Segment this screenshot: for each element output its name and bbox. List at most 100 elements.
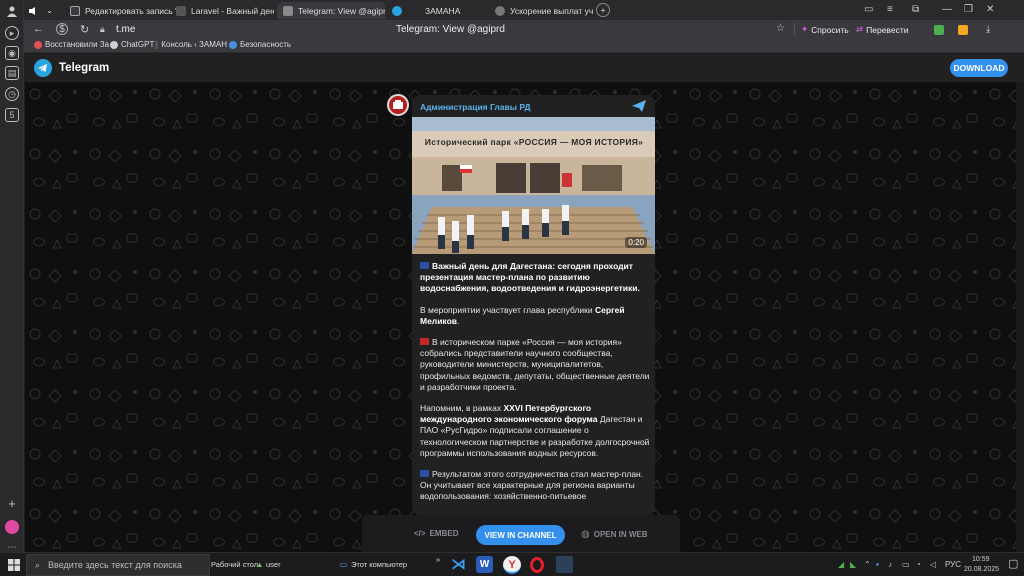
new-tab-button[interactable]: + (596, 3, 610, 17)
post-paragraph: Напомним, в рамках XXVI Петербургского м… (420, 403, 650, 459)
tab-title: Telegram: View @agiprd (298, 5, 385, 16)
tab-telegram[interactable]: Telegram: View @agiprd ✕ (277, 2, 385, 19)
word-icon[interactable]: W (476, 556, 493, 573)
globe-icon: ◍ (581, 529, 590, 540)
app-icon[interactable] (556, 556, 573, 573)
bookmark-icon[interactable]: ▭ (864, 4, 873, 15)
alice-icon[interactable] (5, 520, 19, 534)
embed-label: EMBED (429, 529, 459, 538)
tab-audio-icon[interactable] (24, 2, 44, 19)
post-text: Важный день для Дагестана: сегодня прохо… (420, 261, 650, 513)
open-in-web-label: OPEN IN WEB (593, 530, 648, 539)
tab-list-button[interactable]: ⌄ (44, 2, 58, 19)
profile-icon[interactable] (5, 4, 19, 18)
post-text-span: В мероприятии участвует глава республики (420, 304, 596, 315)
post-text-span: . (457, 315, 460, 326)
tab-bar: ⌄ Редактировать запись "В Laravel - Важн… (24, 0, 1024, 20)
tab-payments[interactable]: Ускорение выплат участ (489, 2, 593, 19)
open-in-web-button[interactable]: ◍ OPEN IN WEB (581, 529, 648, 540)
channel-name[interactable]: Администрация Главы РД (420, 102, 531, 112)
download-icon[interactable]: ⤓ (986, 24, 990, 35)
minimize-icon[interactable]: — (942, 4, 952, 15)
bookmark-item[interactable]: Безопасность (229, 40, 291, 49)
collections-icon[interactable]: ⧉ (912, 4, 919, 15)
clock-date[interactable]: 20.08.2025 (964, 566, 999, 573)
wifi-icon[interactable]: ◔ (916, 560, 921, 569)
page-scrollbar[interactable] (1016, 82, 1024, 552)
share-icon[interactable] (632, 100, 646, 112)
computer-icon: ▭ (340, 560, 348, 569)
language-indicator[interactable]: РУС (945, 560, 961, 569)
download-button[interactable]: DOWNLOAD (950, 59, 1008, 77)
collections-icon[interactable]: ▤ (5, 66, 19, 80)
tab-zamana[interactable]: ЗАМАНА (386, 2, 482, 19)
windows-start-icon[interactable] (8, 559, 20, 571)
opera-icon[interactable] (530, 557, 544, 573)
telegram-widget-area: Администрация Главы РД Исторический парк… (25, 82, 1024, 552)
volume-icon[interactable]: ♪ (888, 560, 892, 569)
notifications-icon[interactable]: ▢ (1008, 557, 1018, 570)
reload-icon[interactable]: ↻ (80, 23, 89, 36)
droplet-emoji-icon (420, 470, 429, 478)
toolbar-chevron-icon[interactable]: » (436, 555, 440, 564)
extension-icon[interactable]: 5 (5, 108, 19, 122)
browser-sidepanel: ▸ ◉ ▤ ◷ 5 + ⋯ (0, 0, 24, 552)
play-icon[interactable]: ▸ (5, 26, 19, 40)
speaker-icon[interactable]: ◁ (930, 560, 936, 569)
tray-up-icon[interactable]: ⌃ (864, 560, 871, 569)
bookmark-star-icon[interactable]: ☆ (776, 23, 785, 34)
desktop-toolbar[interactable]: Рабочий стол (211, 560, 258, 569)
post-action-bar: </> EMBED VIEW IN CHANNEL ◍ OPEN IN WEB (362, 515, 680, 552)
camera-icon[interactable]: ◉ (5, 46, 19, 60)
telegram-logo-icon[interactable] (34, 59, 52, 77)
battery-icon[interactable]: ▭ (902, 560, 910, 569)
flag-emoji-icon (420, 338, 429, 346)
tray-kaspersky-icon[interactable]: ◣ (850, 560, 856, 569)
close-window-icon[interactable]: ✕ (986, 4, 994, 15)
video-duration: 0:20 (625, 237, 647, 248)
user-toolbar[interactable]: user (266, 560, 281, 569)
page-icon (176, 5, 186, 16)
menu-icon[interactable]: ≡ (887, 4, 893, 15)
tray-green-icon[interactable]: ◢ (838, 560, 844, 569)
page-title: Telegram: View @agiprd (396, 24, 505, 35)
bookmark-label: Восстановили За (45, 40, 110, 49)
view-in-channel-button[interactable]: VIEW IN CHANNEL (476, 525, 565, 545)
clock-time[interactable]: 10:59 (972, 556, 990, 563)
video-caption: Исторический парк «РОССИЯ — МОЯ ИСТОРИЯ» (424, 137, 644, 147)
sparkle-icon: ✦ (801, 24, 809, 34)
tab-title: ЗАМАНА (425, 5, 461, 16)
embed-button[interactable]: </> EMBED (414, 529, 458, 538)
yandex-icon[interactable]: $ (56, 23, 68, 35)
post-video[interactable]: Исторический парк «РОССИЯ — МОЯ ИСТОРИЯ»… (412, 117, 655, 254)
bookmark-item[interactable]: ChatGPT (110, 40, 154, 49)
ask-button[interactable]: ✦ Спросить (794, 22, 855, 37)
translate-button[interactable]: ⇄ Перевести (850, 22, 914, 37)
adguard-icon[interactable] (934, 25, 944, 35)
channel-avatar[interactable] (387, 94, 409, 116)
vscode-icon[interactable]: ⋊ (450, 556, 467, 573)
bookmarks-bar: Восстановили За ChatGPT Консоль ‹ ЗАМАН … (24, 39, 1024, 53)
tab-title: Ускорение выплат участ (510, 5, 593, 16)
bookmark-label: ChatGPT (121, 40, 155, 49)
post-bold-text: Важный день для Дагестана: сегодня прохо… (420, 261, 640, 294)
history-icon[interactable]: ◷ (5, 87, 19, 101)
telegram-header: Telegram DOWNLOAD (25, 54, 1024, 82)
restore-icon[interactable]: ❐ (964, 4, 973, 15)
post-text-span: Результатом этого сотрудничества стал ма… (420, 469, 644, 502)
tray-network-icon[interactable]: ▪ (876, 560, 879, 569)
back-icon[interactable]: ← (33, 23, 44, 35)
globe-icon (495, 5, 505, 16)
search-placeholder: Введите здесь текст для поиска (48, 560, 182, 570)
bookmark-item[interactable]: Восстановили За (34, 40, 112, 49)
add-panel-icon[interactable]: + (5, 496, 19, 511)
url-field[interactable]: t.me (116, 24, 135, 35)
translate-icon: ⇄ (856, 24, 864, 34)
bookmark-item[interactable]: Консоль ‹ ЗАМАН (155, 40, 227, 49)
taskbar-search-input[interactable]: ⌕ Введите здесь текст для поиска (26, 554, 210, 576)
extension-icon[interactable] (958, 25, 968, 35)
chatgpt-icon (110, 40, 118, 49)
yandex-browser-icon[interactable]: Y (503, 556, 521, 574)
this-pc-toolbar[interactable]: Этот компьютер (351, 560, 407, 569)
tab-laravel[interactable]: Laravel - Важный день д (170, 2, 274, 19)
